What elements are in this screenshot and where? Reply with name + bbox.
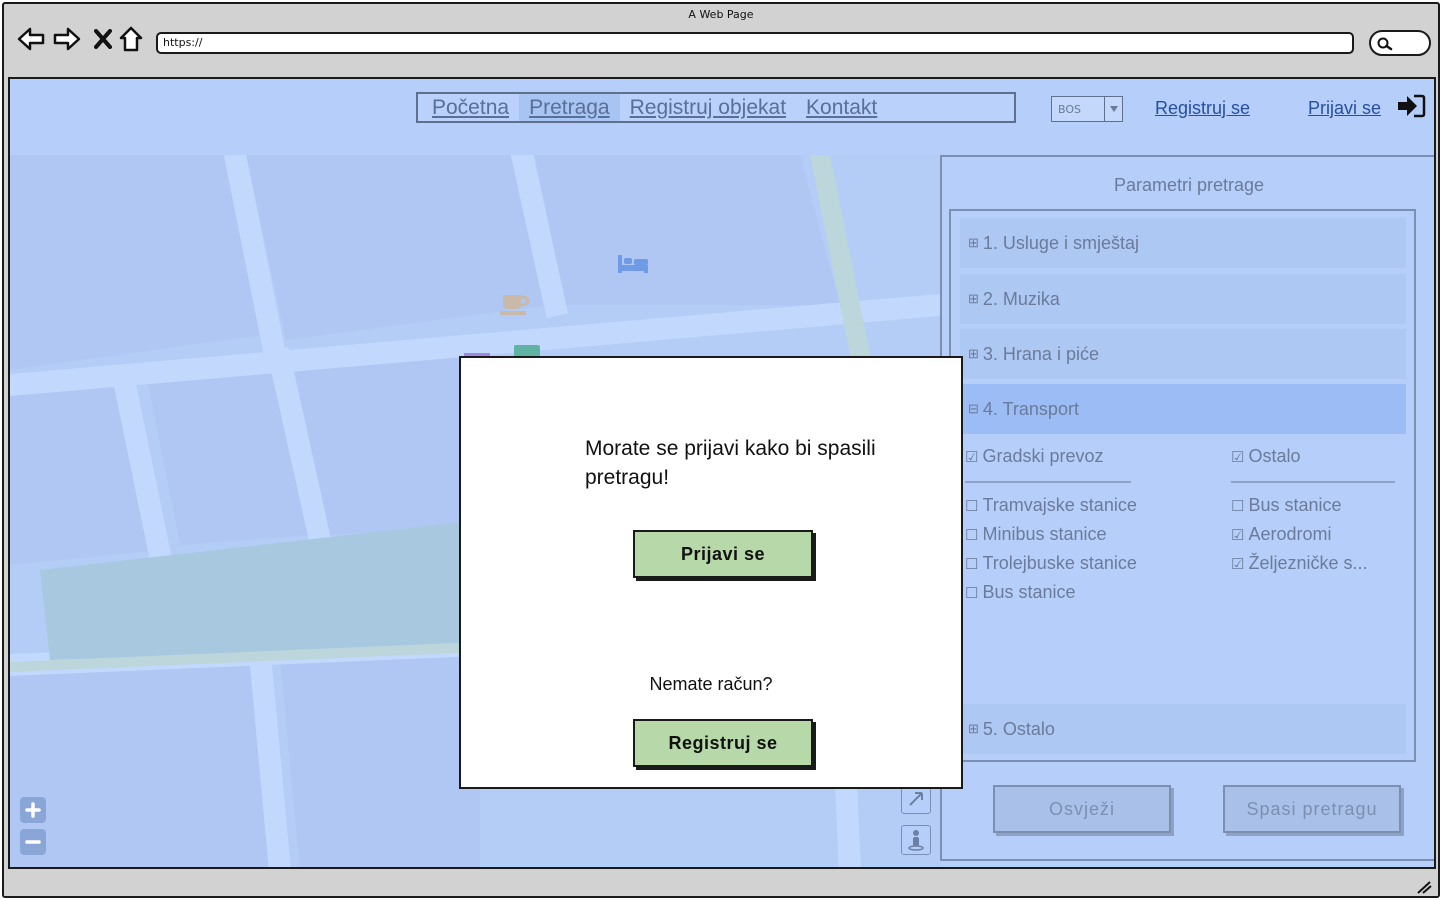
group-divider	[965, 481, 1131, 483]
panel-title: Parametri pretrage	[1113, 175, 1265, 195]
dialog-register-button[interactable]: Registruj se	[633, 719, 813, 767]
section-label: 1. Usluge i smještaj	[982, 232, 1139, 253]
coffee-icon	[500, 295, 530, 315]
main-navigation: Početna Pretraga Registruj objekat Konta…	[416, 92, 1016, 123]
search-parameters-panel: Parametri pretrage ⊞ 1. Usluge i smješta…	[940, 155, 1434, 861]
street-view-button[interactable]	[901, 825, 931, 855]
checkbox-bus-stanice[interactable]: ☐ Bus stanice	[1231, 495, 1342, 516]
expand-icon: ⊞	[968, 721, 979, 736]
close-icon	[94, 29, 112, 49]
poi-cafe	[500, 295, 530, 315]
nav-item-pocetna[interactable]: Početna	[422, 94, 519, 121]
nav-item-registruj-objekat[interactable]: Registruj objekat	[620, 94, 796, 121]
checkbox-zeljeznicke-stanice[interactable]: ☑ Željezničke s...	[1231, 553, 1368, 574]
browser-search-box[interactable]	[1369, 30, 1431, 56]
checkbox-empty-icon: ☐	[965, 585, 979, 602]
checkbox-label: Željezničke s...	[1248, 553, 1368, 573]
checkbox-label: Trolejbuske stanice	[982, 553, 1137, 573]
forward-arrow-icon	[53, 27, 81, 51]
checkbox-bus-stanice-gradski[interactable]: ☐ Bus stanice	[965, 582, 1076, 603]
section-hrana-pice[interactable]: ⊞ 3. Hrana i piće	[960, 329, 1406, 379]
checkbox-empty-icon: ☐	[965, 498, 979, 515]
checkbox-trolejbuske-stanice[interactable]: ☐ Trolejbuske stanice	[965, 553, 1137, 574]
plus-icon	[25, 802, 41, 818]
pegman-icon	[908, 830, 924, 851]
save-search-button[interactable]: Spasi pretragu	[1223, 785, 1401, 833]
checkbox-label: Bus stanice	[982, 582, 1076, 602]
checkbox-checked-icon: ☑	[965, 449, 979, 466]
checkbox-checked-icon: ☑	[1231, 556, 1245, 573]
stop-button[interactable]	[88, 24, 118, 54]
resize-grip-icon	[1417, 881, 1432, 894]
checkbox-aerodromi[interactable]: ☑ Aerodromi	[1231, 524, 1331, 545]
dialog-login-button[interactable]: Prijavi se	[633, 530, 813, 578]
section-label: 3. Hrana i piće	[982, 343, 1099, 364]
checkbox-empty-icon: ☐	[1231, 498, 1245, 515]
checkbox-tramvajske-stanice[interactable]: ☐ Tramvajske stanice	[965, 495, 1137, 516]
checkbox-minibus-stanice[interactable]: ☐ Minibus stanice	[965, 524, 1107, 545]
register-link[interactable]: Registruj se	[1155, 98, 1250, 119]
expand-icon: ⊞	[968, 235, 979, 250]
zoom-in-button[interactable]	[20, 797, 46, 823]
collapse-icon: ⊟	[968, 401, 979, 416]
checkbox-empty-icon: ☐	[965, 527, 979, 544]
section-label: 5. Ostalo	[982, 718, 1055, 739]
checkbox-label: Minibus stanice	[982, 524, 1107, 544]
section-label: 2. Muzika	[982, 288, 1060, 309]
minus-icon	[25, 840, 41, 844]
checkbox-label: Ostalo	[1248, 446, 1301, 466]
refresh-button[interactable]: Osvježi	[993, 785, 1171, 833]
checkbox-label: Gradski prevoz	[982, 446, 1104, 466]
language-select[interactable]: BOS	[1051, 96, 1123, 122]
checkbox-empty-icon: ☐	[965, 556, 979, 573]
status-bar	[4, 872, 1438, 896]
nav-item-pretraga[interactable]: Pretraga	[519, 94, 620, 121]
back-button[interactable]	[16, 24, 46, 54]
section-usluge-smjestaj[interactable]: ⊞ 1. Usluge i smještaj	[960, 218, 1406, 268]
section-muzika[interactable]: ⊞ 2. Muzika	[960, 274, 1406, 324]
checkbox-gradski-prevoz[interactable]: ☑ Gradski prevoz	[965, 446, 1104, 467]
section-ostalo[interactable]: ⊞ 5. Ostalo	[960, 704, 1406, 754]
sign-in-icon[interactable]	[1396, 93, 1426, 123]
checkbox-label: Bus stanice	[1248, 495, 1342, 515]
home-button[interactable]	[116, 24, 146, 54]
section-transport[interactable]: ⊟ 4. Transport	[960, 384, 1406, 434]
login-link[interactable]: Prijavi se	[1308, 98, 1381, 119]
checkbox-checked-icon: ☑	[1231, 449, 1245, 466]
back-arrow-icon	[17, 27, 45, 51]
search-icon	[1377, 37, 1393, 51]
url-input[interactable]: https://	[156, 32, 1354, 54]
home-icon	[119, 26, 143, 52]
chevron-down-icon	[1104, 97, 1122, 121]
language-value: BOS	[1058, 102, 1081, 116]
dialog-no-account-text: Nemate račun?	[649, 674, 773, 694]
checkbox-ostalo[interactable]: ☑ Ostalo	[1231, 446, 1300, 467]
directions-icon	[909, 792, 923, 806]
zoom-out-button[interactable]	[20, 829, 46, 855]
checkbox-checked-icon: ☑	[1231, 527, 1245, 544]
expand-icon: ⊞	[968, 346, 979, 361]
expand-icon: ⊞	[968, 291, 979, 306]
login-required-dialog: Morate se prijavi kako bi spasili pretra…	[459, 356, 963, 789]
group-divider	[1231, 481, 1395, 483]
parameters-accordion: ⊞ 1. Usluge i smještaj ⊞ 2. Muzika ⊞ 3. …	[949, 209, 1416, 762]
section-label: 4. Transport	[982, 398, 1079, 419]
dialog-message: Morate se prijavi kako bi spasili pretra…	[585, 437, 876, 489]
checkbox-label: Tramvajske stanice	[982, 495, 1137, 515]
nav-item-kontakt[interactable]: Kontakt	[796, 94, 887, 121]
checkbox-label: Aerodromi	[1248, 524, 1332, 544]
forward-button[interactable]	[52, 24, 82, 54]
window-title: A Web Page	[688, 8, 754, 21]
